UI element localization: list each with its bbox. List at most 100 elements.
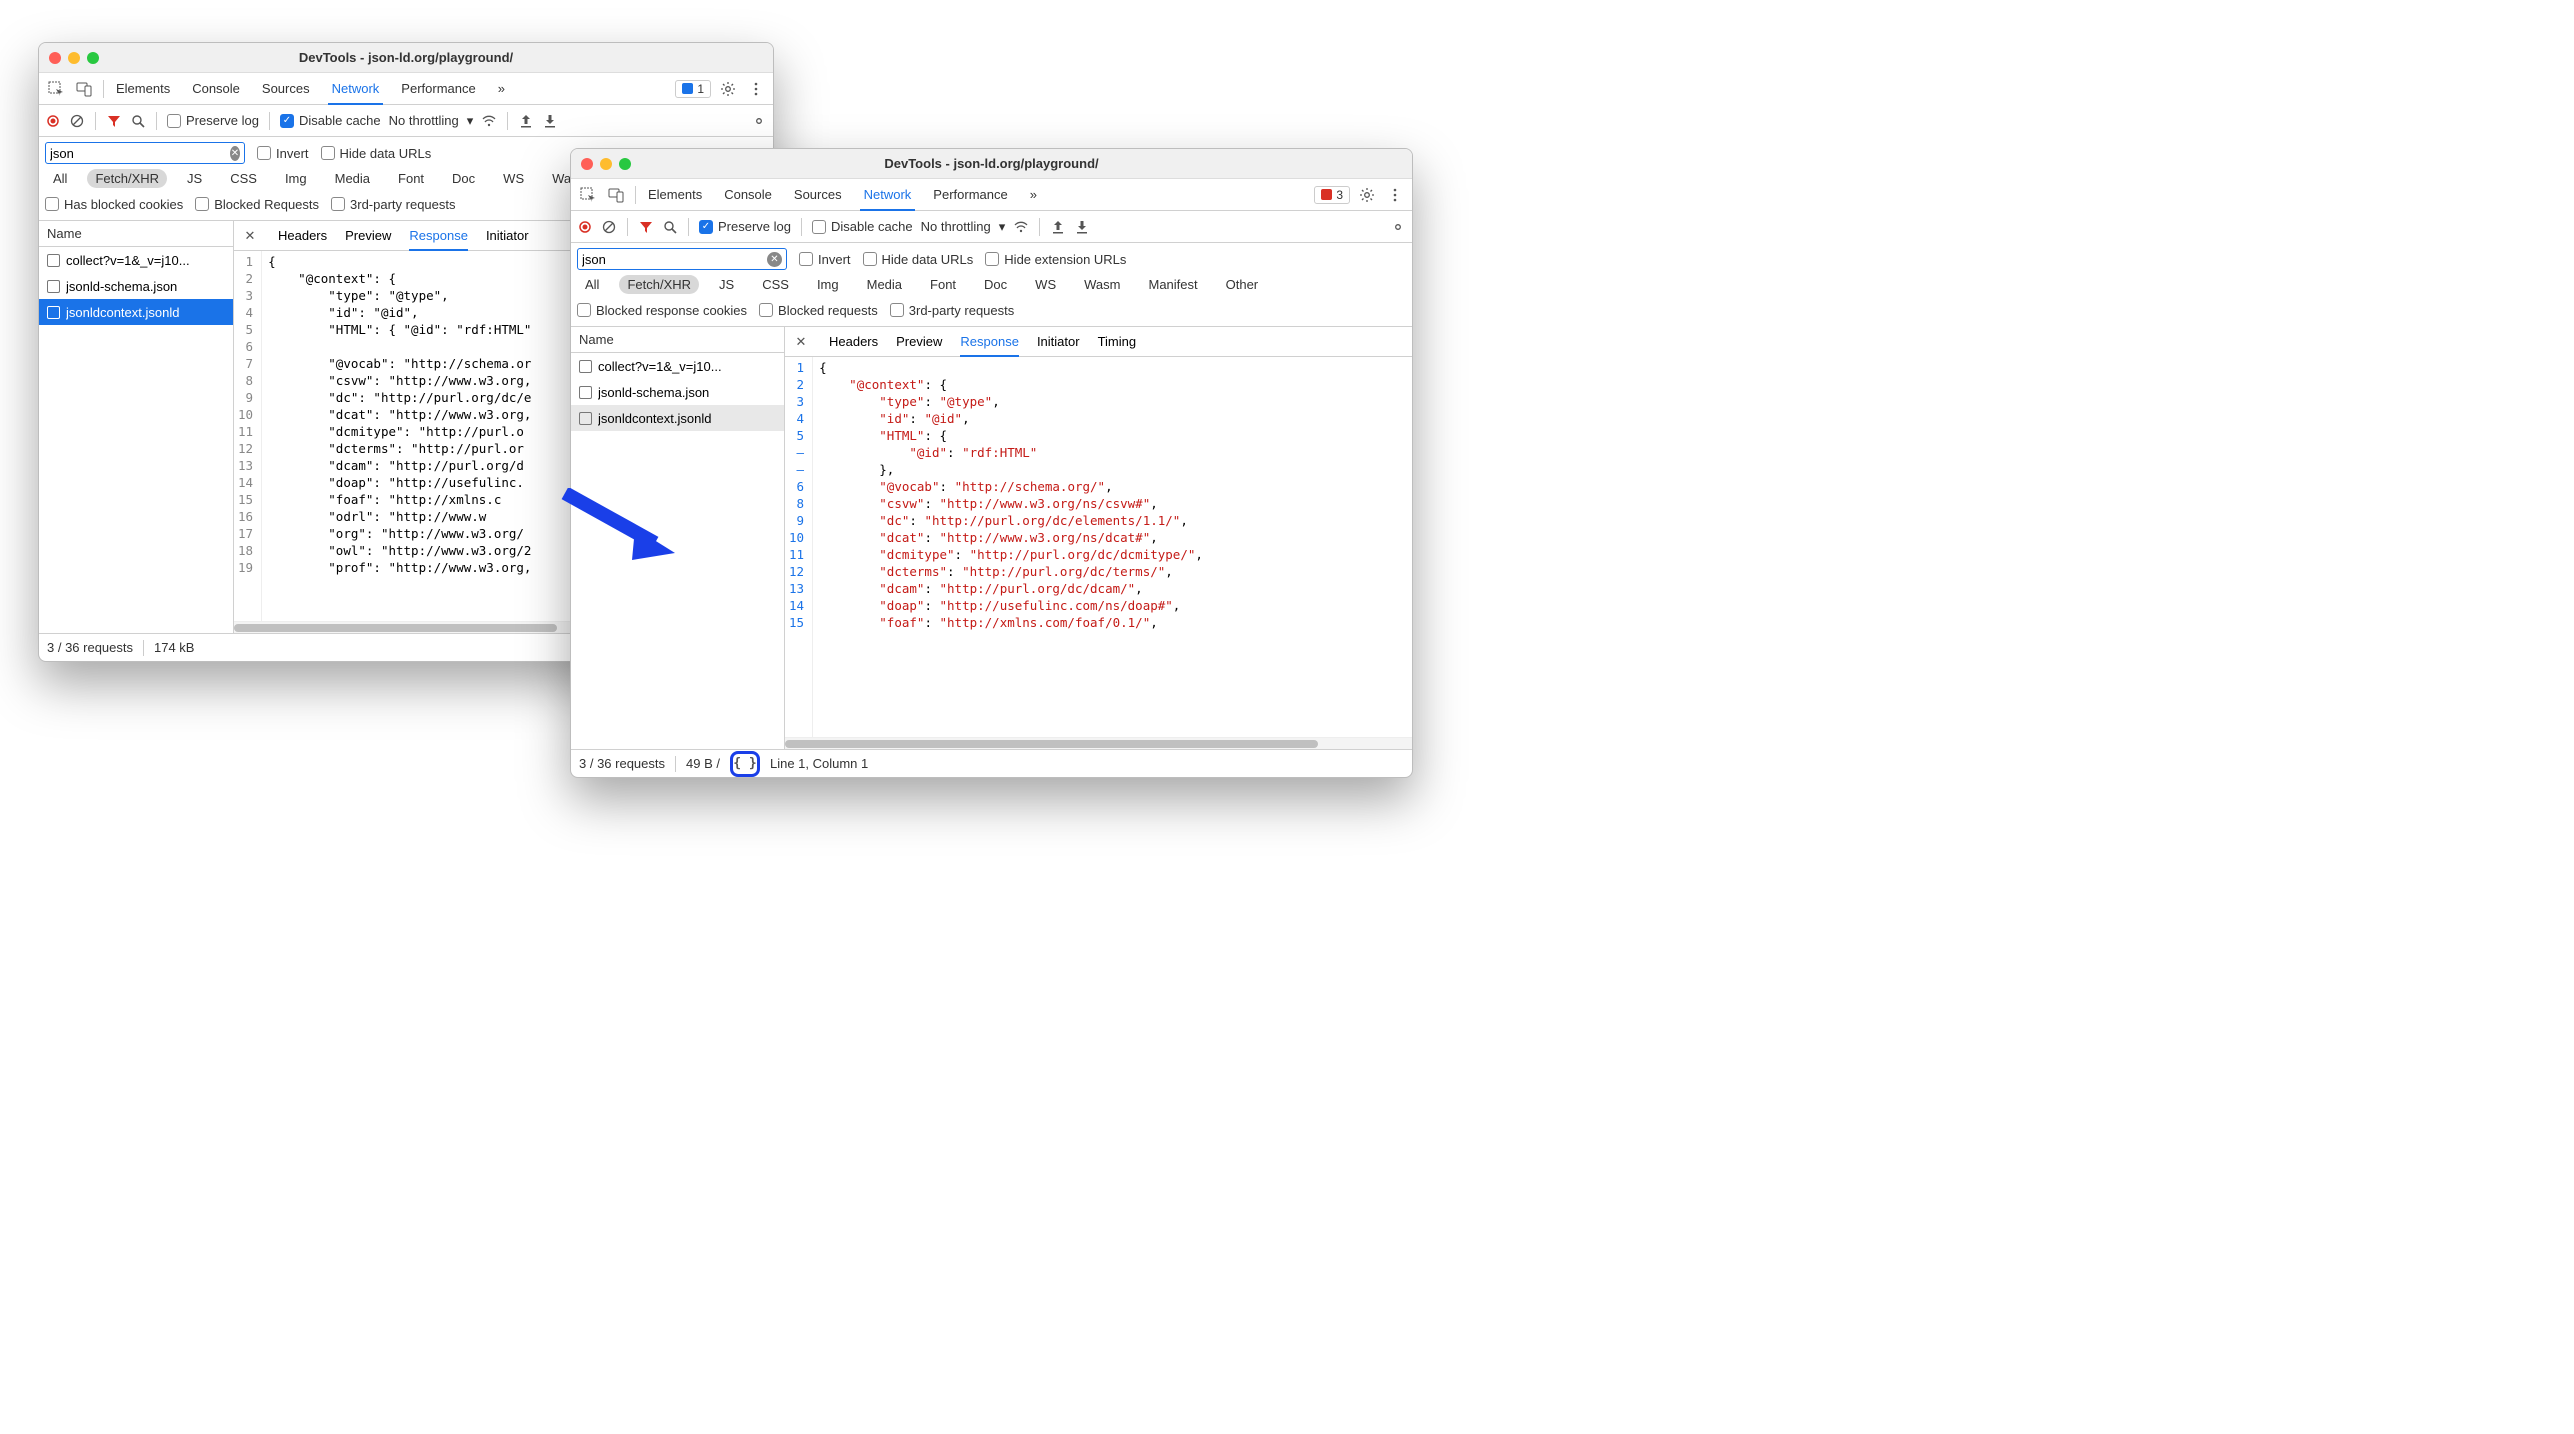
- tab-console[interactable]: Console: [188, 74, 244, 104]
- clear-icon[interactable]: [601, 219, 617, 235]
- tab-more[interactable]: »: [494, 74, 509, 104]
- tab-sources[interactable]: Sources: [790, 180, 846, 210]
- request-row[interactable]: jsonld-schema.json: [571, 379, 784, 405]
- filter-input[interactable]: ✕: [577, 248, 787, 270]
- type-fetch-xhr[interactable]: Fetch/XHR: [619, 275, 699, 294]
- third-party-checkbox[interactable]: 3rd-party requests: [890, 303, 1015, 318]
- upload-icon[interactable]: [518, 113, 534, 129]
- type-js[interactable]: JS: [711, 275, 742, 294]
- tab-console[interactable]: Console: [720, 180, 776, 210]
- request-row[interactable]: collect?v=1&_v=j10...: [39, 247, 233, 273]
- upload-icon[interactable]: [1050, 219, 1066, 235]
- search-icon[interactable]: [130, 113, 146, 129]
- detail-tab-headers[interactable]: Headers: [278, 222, 327, 250]
- close-details-icon[interactable]: ✕: [240, 228, 260, 244]
- device-toolbar-icon[interactable]: [73, 78, 95, 100]
- wifi-icon[interactable]: [481, 113, 497, 129]
- settings-icon[interactable]: [717, 78, 739, 100]
- pretty-print-button[interactable]: { }: [730, 751, 760, 777]
- device-toolbar-icon[interactable]: [605, 184, 627, 206]
- filter-input[interactable]: ✕: [45, 142, 245, 164]
- invert-checkbox[interactable]: Invert: [799, 252, 851, 267]
- tab-performance[interactable]: Performance: [929, 180, 1011, 210]
- blocked-requests-checkbox[interactable]: Blocked requests: [759, 303, 878, 318]
- code-text[interactable]: { "@context": { "type": "@type", "id": "…: [813, 357, 1412, 737]
- type-wasm[interactable]: Wasm: [1076, 275, 1128, 294]
- clear-input-icon[interactable]: ✕: [767, 252, 782, 267]
- tab-network[interactable]: Network: [860, 180, 916, 210]
- search-icon[interactable]: [662, 219, 678, 235]
- throttling-select[interactable]: No throttling: [389, 113, 459, 128]
- issues-chip[interactable]: 1: [675, 80, 711, 98]
- detail-tab-preview[interactable]: Preview: [896, 328, 942, 356]
- hide-extension-urls-checkbox[interactable]: Hide extension URLs: [985, 252, 1126, 267]
- detail-tab-response[interactable]: Response: [960, 328, 1019, 356]
- record-icon[interactable]: [577, 219, 593, 235]
- type-fetch-xhr[interactable]: Fetch/XHR: [87, 169, 167, 188]
- filter-text-field[interactable]: [582, 252, 763, 267]
- type-all[interactable]: All: [577, 275, 607, 294]
- type-css[interactable]: CSS: [754, 275, 797, 294]
- type-media[interactable]: Media: [327, 169, 378, 188]
- download-icon[interactable]: [1074, 219, 1090, 235]
- titlebar[interactable]: DevTools - json-ld.org/playground/: [571, 149, 1412, 179]
- type-ws[interactable]: WS: [1027, 275, 1064, 294]
- inspect-icon[interactable]: [45, 78, 67, 100]
- type-img[interactable]: Img: [809, 275, 847, 294]
- detail-tab-response[interactable]: Response: [409, 222, 468, 250]
- type-doc[interactable]: Doc: [976, 275, 1015, 294]
- type-media[interactable]: Media: [859, 275, 910, 294]
- type-all[interactable]: All: [45, 169, 75, 188]
- clear-input-icon[interactable]: ✕: [230, 146, 240, 161]
- type-ws[interactable]: WS: [495, 169, 532, 188]
- tab-more[interactable]: »: [1026, 180, 1041, 210]
- request-row[interactable]: jsonldcontext.jsonld: [571, 405, 784, 431]
- tab-elements[interactable]: Elements: [112, 74, 174, 104]
- invert-checkbox[interactable]: Invert: [257, 146, 309, 161]
- titlebar[interactable]: DevTools - json-ld.org/playground/: [39, 43, 773, 73]
- preserve-log-checkbox[interactable]: ✓Preserve log: [699, 219, 791, 234]
- tab-elements[interactable]: Elements: [644, 180, 706, 210]
- detail-tab-initiator[interactable]: Initiator: [486, 222, 529, 250]
- issues-chip[interactable]: 3: [1314, 186, 1350, 204]
- tab-sources[interactable]: Sources: [258, 74, 314, 104]
- response-body[interactable]: 12345––689101112131415 { "@context": { "…: [785, 357, 1412, 737]
- filter-icon[interactable]: [106, 113, 122, 129]
- type-font[interactable]: Font: [390, 169, 432, 188]
- type-other[interactable]: Other: [1218, 275, 1267, 294]
- disable-cache-checkbox[interactable]: ✓Disable cache: [280, 113, 381, 128]
- wifi-icon[interactable]: [1013, 219, 1029, 235]
- detail-tab-initiator[interactable]: Initiator: [1037, 328, 1080, 356]
- download-icon[interactable]: [542, 113, 558, 129]
- request-row[interactable]: collect?v=1&_v=j10...: [571, 353, 784, 379]
- inspect-icon[interactable]: [577, 184, 599, 206]
- kebab-menu-icon[interactable]: [745, 78, 767, 100]
- detail-tab-headers[interactable]: Headers: [829, 328, 878, 356]
- kebab-menu-icon[interactable]: [1384, 184, 1406, 206]
- blocked-cookies-checkbox[interactable]: Has blocked cookies: [45, 197, 183, 212]
- third-party-checkbox[interactable]: 3rd-party requests: [331, 197, 456, 212]
- close-details-icon[interactable]: ✕: [791, 334, 811, 350]
- detail-tab-preview[interactable]: Preview: [345, 222, 391, 250]
- chevron-down-icon[interactable]: ▾: [999, 219, 1006, 235]
- name-column-header[interactable]: Name: [39, 221, 233, 247]
- name-column-header[interactable]: Name: [571, 327, 784, 353]
- throttling-select[interactable]: No throttling: [921, 219, 991, 234]
- request-row[interactable]: jsonldcontext.jsonld: [39, 299, 233, 325]
- type-manifest[interactable]: Manifest: [1140, 275, 1205, 294]
- type-doc[interactable]: Doc: [444, 169, 483, 188]
- settings-icon[interactable]: [751, 113, 767, 129]
- filter-icon[interactable]: [638, 219, 654, 235]
- preserve-log-checkbox[interactable]: Preserve log: [167, 113, 259, 128]
- tab-network[interactable]: Network: [328, 74, 384, 104]
- request-row[interactable]: jsonld-schema.json: [39, 273, 233, 299]
- filter-text-field[interactable]: [50, 146, 226, 161]
- hide-data-urls-checkbox[interactable]: Hide data URLs: [863, 252, 974, 267]
- detail-tab-timing[interactable]: Timing: [1098, 328, 1137, 356]
- clear-icon[interactable]: [69, 113, 85, 129]
- blocked-cookies-checkbox[interactable]: Blocked response cookies: [577, 303, 747, 318]
- hide-data-urls-checkbox[interactable]: Hide data URLs: [321, 146, 432, 161]
- chevron-down-icon[interactable]: ▾: [467, 113, 474, 129]
- disable-cache-checkbox[interactable]: Disable cache: [812, 219, 913, 234]
- settings-icon[interactable]: [1356, 184, 1378, 206]
